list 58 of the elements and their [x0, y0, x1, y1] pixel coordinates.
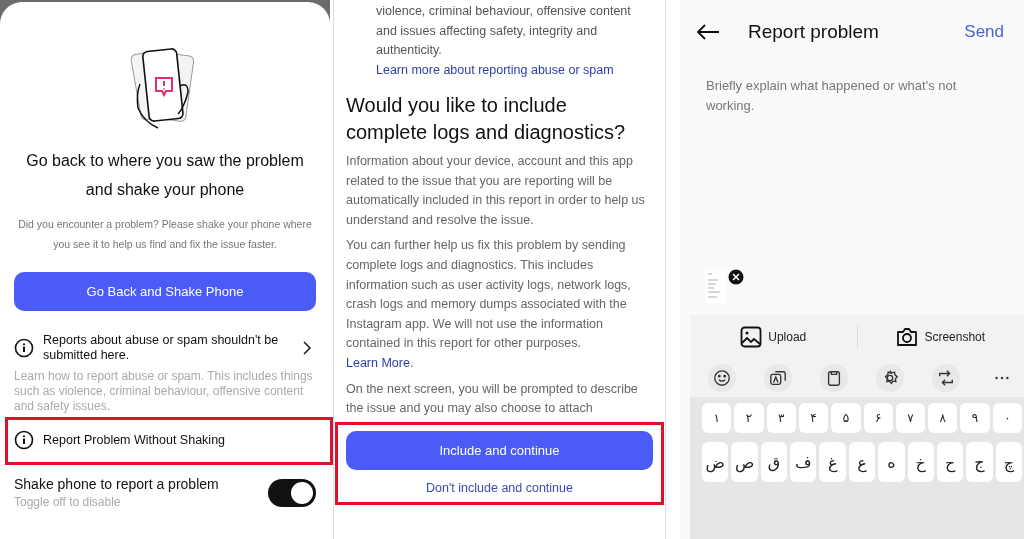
- camera-icon: [896, 327, 919, 347]
- remove-icon[interactable]: [728, 269, 744, 285]
- keyboard-key[interactable]: ه: [878, 442, 905, 482]
- paragraph: On the next screen, you will be prompted to describe the issue and you may also choose to attach: [346, 380, 639, 418]
- keyboard-key[interactable]: ۱: [702, 403, 732, 433]
- toggle-switch[interactable]: [268, 478, 316, 507]
- subtitle: Did you encounter a problem? Please shake your phone where you see it to help us find and fix the issue faster.: [17, 217, 313, 252]
- heading: Would you like to include complete logs and diagnostics?: [346, 93, 627, 145]
- chevron-icon: [302, 340, 312, 356]
- dont-include-button[interactable]: Don't include and continue: [420, 479, 579, 496]
- paragraph: Information about your device, account and this app related to the issue that you are reporting will be automatically included in this report in order to help us understand and resolve the issue.: [346, 153, 646, 229]
- keyboard-key[interactable]: ۷: [895, 403, 926, 433]
- info-row[interactable]: Report Problem Without Shaking: [8, 420, 330, 462]
- info-description: Learn how to report abuse or spam. This includes things such as violence, criminal behaviour, offensive content and safety issues.: [14, 369, 314, 414]
- info-row[interactable]: Reports about abuse or spam shouldn't be submitted here.: [14, 327, 316, 369]
- keyboard-key[interactable]: ض: [702, 442, 729, 482]
- clipboard-icon[interactable]: [820, 364, 848, 392]
- intro-text: violence, criminal behaviour, offensive content and issues affecting safety, integrity and authenticity. Learn more about reporting abuse or spam: [375, 3, 632, 79]
- keyboard-key[interactable]: ۵: [831, 403, 861, 433]
- translate-icon[interactable]: [764, 364, 792, 392]
- settings-icon[interactable]: [876, 364, 904, 392]
- keyboard-key[interactable]: ۳: [766, 403, 796, 433]
- send-button[interactable]: Send: [964, 22, 1004, 42]
- keyboard-key[interactable]: ۰: [992, 403, 1022, 433]
- screenshot-button[interactable]: Screenshot: [857, 327, 1024, 347]
- shake-button[interactable]: Go Back and Shake Phone: [14, 272, 316, 311]
- paragraph: You can further help us fix this problem by sending complete logs and diagnostics. This includes information such as user activity logs, network logs, crash logs and memory dumps associated with the Instagram app. We will not use the information contained in this report for other purposes. Learn More.: [346, 237, 632, 372]
- learn-more-link[interactable]: Learn more about reporting abuse or spam: [376, 62, 614, 77]
- back-icon[interactable]: [696, 24, 720, 40]
- description-field[interactable]: Briefly explain what happened or what's not working.: [706, 76, 986, 124]
- keyboard-key[interactable]: ص: [731, 442, 758, 482]
- keyboard-key[interactable]: خ: [907, 442, 934, 482]
- screen-title: Report problem: [748, 21, 880, 43]
- swap-icon[interactable]: [932, 364, 960, 392]
- image-icon: [740, 326, 763, 348]
- info-icon: [14, 338, 34, 358]
- heading: Go back to where you saw the problem and shake your phone: [25, 151, 305, 200]
- info-title: Reports about abuse or spam shouldn't be submitted here.: [43, 333, 280, 363]
- keyboard-key[interactable]: ق: [760, 442, 788, 482]
- emoji-icon[interactable]: [708, 364, 736, 392]
- keyboard-key[interactable]: ح: [936, 442, 964, 482]
- info-icon: [14, 430, 34, 450]
- keyboard-key[interactable]: ۴: [798, 403, 829, 433]
- keyboard-key[interactable]: چ: [995, 442, 1022, 482]
- keyboard-key[interactable]: غ: [819, 442, 846, 482]
- keyboard-key[interactable]: ۶: [863, 403, 893, 433]
- keyboard-key[interactable]: ج: [966, 442, 993, 482]
- info-title: Report Problem Without Shaking: [43, 432, 227, 448]
- toggle-hint: Toggle off to disable: [14, 495, 122, 509]
- keyboard-key[interactable]: ۲: [734, 403, 764, 433]
- keyboard-key[interactable]: ۹: [960, 403, 990, 433]
- keyboard-key[interactable]: ف: [790, 442, 817, 482]
- learn-more-link[interactable]: Learn More: [346, 355, 410, 370]
- include-button[interactable]: Include and continue: [346, 430, 653, 470]
- keyboard-key[interactable]: ۸: [928, 403, 958, 433]
- toggle-label: Shake phone to report a problem: [14, 476, 219, 492]
- upload-button[interactable]: Upload: [690, 326, 857, 348]
- keyboard-key[interactable]: ع: [848, 442, 876, 482]
